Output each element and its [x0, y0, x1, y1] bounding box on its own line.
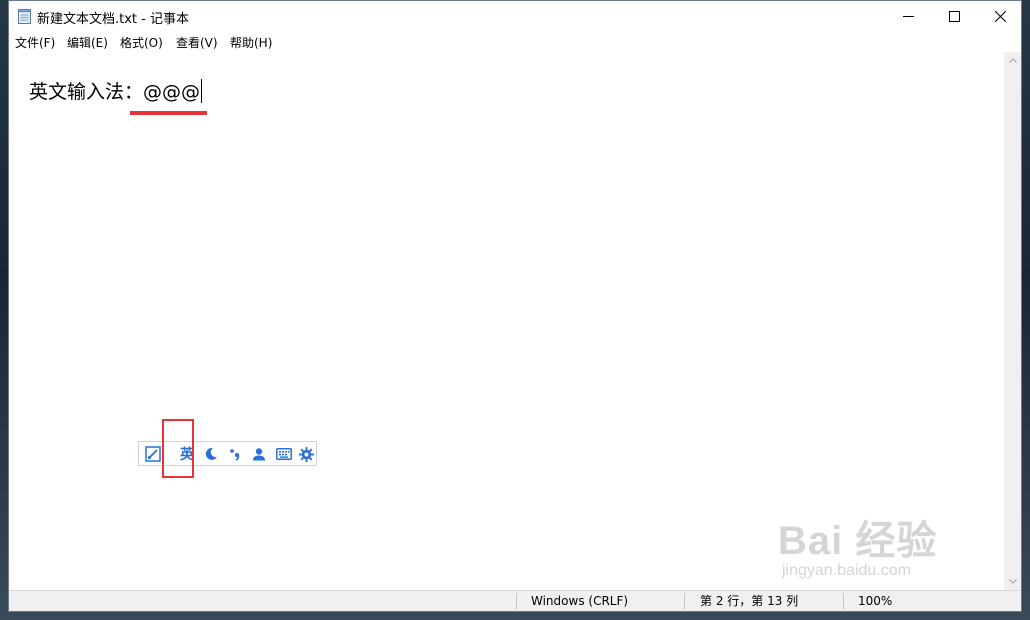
menu-view[interactable]: 查看(V): [176, 34, 218, 51]
status-separator: [516, 593, 517, 610]
menu-help[interactable]: 帮助(H): [230, 34, 272, 51]
maximize-button[interactable]: [931, 1, 977, 31]
close-icon: [994, 10, 1006, 22]
status-zoom: 100%: [858, 594, 893, 608]
ime-skin-button[interactable]: [143, 444, 163, 464]
close-button[interactable]: [977, 1, 1023, 31]
vertical-scrollbar[interactable]: [1004, 52, 1021, 590]
window-title: 新建文本文档.txt - 记事本: [37, 12, 189, 27]
chevron-up-icon: [1008, 58, 1017, 63]
status-separator: [684, 593, 685, 610]
scroll-down-button[interactable]: [1004, 573, 1021, 590]
text-caret: [201, 79, 203, 103]
title-bar[interactable]: 新建文本文档.txt - 记事本: [9, 1, 1021, 31]
ime-settings-button[interactable]: [296, 444, 316, 464]
keyboard-icon: [276, 448, 292, 460]
annotation-highlight-box: [162, 419, 194, 478]
moon-icon: [205, 447, 217, 460]
ime-keyboard-button[interactable]: [274, 444, 294, 464]
ime-user-button[interactable]: [249, 444, 269, 464]
status-bar: Windows (CRLF) 第 2 行，第 13 列 100%: [9, 590, 1021, 611]
maximize-icon: [948, 10, 960, 22]
scroll-up-button[interactable]: [1004, 52, 1021, 69]
notepad-icon: [18, 9, 31, 24]
annotation-underline: [130, 111, 207, 115]
status-line-ending: Windows (CRLF): [531, 594, 629, 608]
watermark-main-text: Bai 经验: [778, 519, 938, 563]
editor-content: 英文输入法：@@@: [29, 81, 201, 103]
status-position: 第 2 行，第 13 列: [700, 594, 799, 608]
editor-text-line: 英文输入法：@@@: [29, 79, 203, 103]
minimize-icon: [902, 15, 914, 17]
menu-bar: 文件(F) 编辑(E) 格式(O) 查看(V) 帮助(H): [9, 31, 1021, 52]
baidu-watermark: Bai 经验 jingyan.baidu.com: [778, 508, 937, 580]
chevron-down-icon: [1008, 579, 1017, 584]
ime-punctuation-toggle[interactable]: [225, 444, 245, 464]
menu-file[interactable]: 文件(F): [15, 34, 55, 51]
user-icon: [253, 448, 265, 461]
punctuation-icon: [230, 449, 240, 461]
menu-edit[interactable]: 编辑(E): [67, 34, 108, 51]
gear-icon: [298, 446, 314, 462]
menu-format[interactable]: 格式(O): [120, 34, 163, 51]
status-separator: [843, 593, 844, 610]
brush-icon: [145, 446, 161, 462]
minimize-button[interactable]: [885, 1, 931, 31]
ime-fullwidth-toggle[interactable]: [201, 444, 221, 464]
